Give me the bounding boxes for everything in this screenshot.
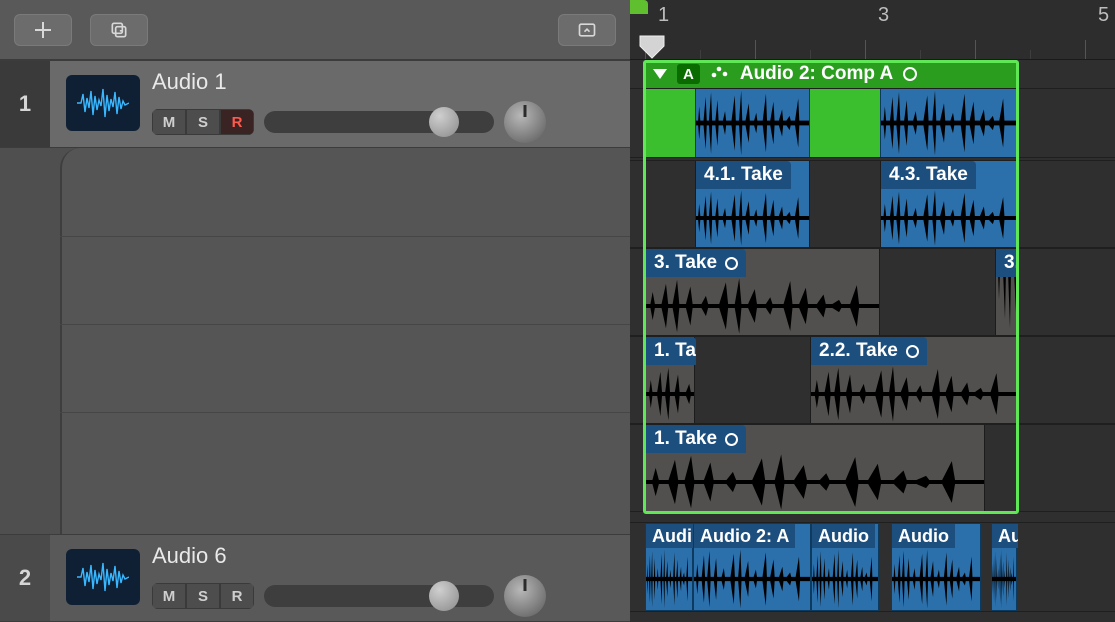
take-region[interactable]: 3. — [995, 249, 1017, 335]
take-region[interactable]: 3. Take — [645, 249, 880, 335]
take-lane[interactable]: 4.1. Take 4.3. Take — [630, 160, 1115, 248]
track-toolbar — [0, 0, 630, 60]
solo-button[interactable]: S — [186, 583, 220, 609]
region-label: Au — [998, 526, 1018, 547]
collapse-tracks-button[interactable] — [558, 14, 616, 46]
region-label: Audio 2: A — [700, 526, 789, 547]
take-region[interactable]: 1. Take — [645, 425, 985, 511]
comp-segment[interactable] — [880, 89, 1017, 157]
track-number: 1 — [0, 61, 50, 147]
loop-indicator-icon — [725, 433, 738, 446]
take-lane[interactable]: 1. Take — [630, 424, 1115, 512]
timeline-ruler[interactable]: 1 3 5 — [630, 0, 1115, 60]
track-name[interactable]: Audio 6 — [152, 543, 630, 569]
take-region[interactable]: 2.2. Take — [810, 337, 1017, 423]
record-enable-button[interactable]: R — [220, 109, 254, 135]
region-label: 4.1. Take — [704, 164, 783, 186]
mute-button[interactable]: M — [152, 109, 186, 135]
comp-segment[interactable] — [810, 89, 880, 157]
audio-track-icon — [66, 75, 140, 131]
audio-region[interactable]: Audi — [645, 523, 693, 611]
take-lane[interactable]: 3. Take 3. — [630, 248, 1115, 336]
comp-segment[interactable] — [645, 89, 695, 157]
region-label: Audio — [898, 526, 949, 547]
ruler-label: 5 — [1098, 4, 1109, 27]
pan-knob[interactable] — [504, 101, 546, 143]
audio-region[interactable]: Au — [991, 523, 1017, 611]
region-label: Audio — [818, 526, 869, 547]
audio-region[interactable]: Audio 2: A — [693, 523, 811, 611]
disclosure-triangle-icon[interactable] — [653, 69, 667, 79]
loop-indicator-icon — [725, 257, 738, 270]
volume-slider[interactable] — [264, 111, 494, 133]
comp-lane[interactable] — [630, 88, 1115, 158]
arrange-area[interactable]: A Audio 2: Comp A 4.1. Take — [630, 60, 1115, 622]
take-region[interactable]: 1. Ta — [645, 337, 695, 423]
playhead[interactable] — [638, 34, 666, 60]
track-number: 2 — [0, 535, 50, 621]
take-lane[interactable]: 1. Ta 2.2. Take — [630, 336, 1115, 424]
add-track-button[interactable] — [14, 14, 72, 46]
take-region[interactable]: 4.1. Take — [695, 161, 810, 247]
audio-track-icon — [66, 549, 140, 605]
mute-button[interactable]: M — [152, 583, 186, 609]
comp-letter[interactable]: A — [677, 64, 700, 84]
volume-thumb[interactable] — [429, 107, 459, 137]
quick-swipe-icon[interactable] — [710, 63, 730, 85]
track-header[interactable]: 1 Audio 1 M S R — [0, 60, 630, 148]
track-header-column: 1 Audio 1 M S R — [0, 60, 630, 622]
solo-button[interactable]: S — [186, 109, 220, 135]
take-region[interactable]: 4.3. Take — [880, 161, 1017, 247]
region-label: 3. — [1004, 252, 1018, 274]
region-label: 1. Take — [654, 428, 717, 450]
volume-slider[interactable] — [264, 585, 494, 607]
audio-region[interactable]: Audio — [811, 523, 879, 611]
region-label: 4.3. Take — [889, 164, 968, 186]
comp-title: Audio 2: Comp A — [740, 63, 893, 85]
track-name[interactable]: Audio 1 — [152, 69, 630, 95]
volume-thumb[interactable] — [429, 581, 459, 611]
comp-segment[interactable] — [695, 89, 810, 157]
take-lane-headers — [0, 148, 630, 534]
loop-indicator-icon — [903, 67, 917, 81]
pan-knob[interactable] — [504, 575, 546, 617]
ruler-label: 1 — [658, 4, 669, 27]
loop-indicator-icon — [906, 345, 919, 358]
region-label: 2.2. Take — [819, 340, 898, 362]
duplicate-track-button[interactable] — [90, 14, 148, 46]
track-lane[interactable]: Audi Audio 2: A Audio Audio Au — [630, 522, 1115, 612]
record-enable-button[interactable]: R — [220, 583, 254, 609]
ruler-label: 3 — [878, 4, 889, 27]
track-header[interactable]: 2 Audio 6 M S R — [0, 534, 630, 622]
comp-header[interactable]: A Audio 2: Comp A — [645, 60, 1017, 88]
region-label: 1. Ta — [654, 340, 696, 362]
region-label: 3. Take — [654, 252, 717, 274]
audio-region[interactable]: Audio — [891, 523, 981, 611]
region-label: Audi — [652, 526, 692, 547]
